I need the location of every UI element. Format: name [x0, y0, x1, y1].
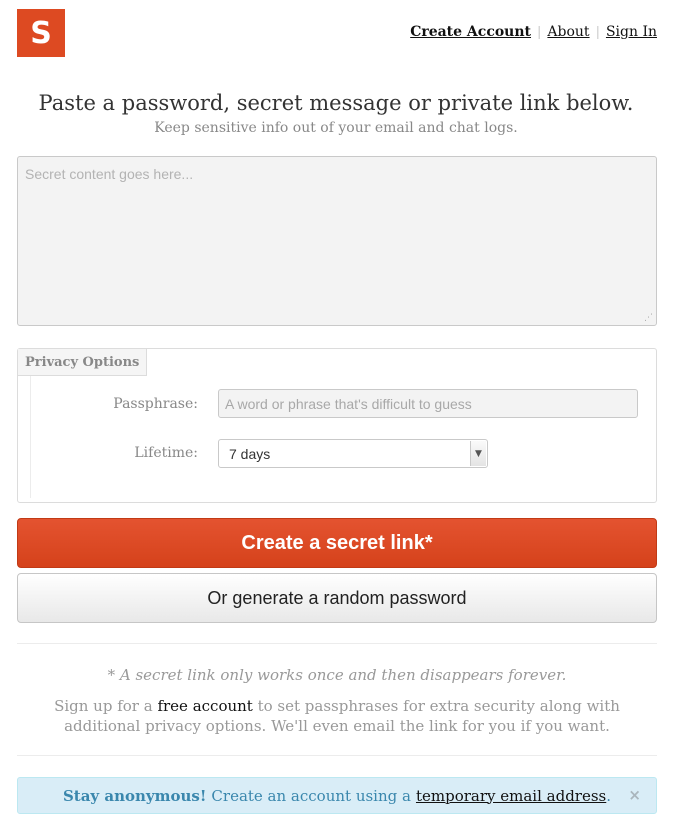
page-subhead: Keep sensitive info out of your email an… [154, 120, 518, 136]
passphrase-input[interactable] [218, 389, 638, 418]
logo-letter: S [30, 15, 52, 51]
close-icon[interactable]: × [628, 786, 641, 804]
create-secret-link-button[interactable]: Create a secret link* [17, 518, 657, 568]
page: S Create Account | About | Sign In Paste… [0, 0, 692, 826]
passphrase-label: Passphrase: [113, 396, 198, 412]
resize-grip-icon[interactable]: ⋰ [644, 314, 653, 323]
secret-content-textarea[interactable] [17, 156, 657, 326]
generate-password-button[interactable]: Or generate a random password [17, 573, 657, 623]
signup-text: Sign up for a free account to set passph… [27, 696, 647, 736]
divider [17, 643, 657, 644]
logo[interactable]: S [17, 9, 65, 57]
create-account-link[interactable]: Create Account [410, 24, 531, 40]
signup-text-start: Sign up for a [54, 697, 158, 715]
privacy-options-legend: Privacy Options [18, 349, 148, 376]
sign-in-link[interactable]: Sign In [606, 24, 657, 40]
anonymous-alert: Stay anonymous! Create an account using … [17, 777, 657, 814]
top-nav: Create Account | About | Sign In [410, 24, 657, 40]
lifetime-selected-value: 7 days [229, 446, 271, 462]
footnote: * A secret link only works once and then… [107, 666, 567, 684]
free-account-link[interactable]: free account [157, 697, 252, 715]
alert-title: Stay anonymous! [62, 786, 207, 805]
divider [17, 755, 657, 756]
nav-separator: | [537, 24, 542, 40]
about-link[interactable]: About [547, 24, 589, 40]
privacy-options-panel: Privacy Options Passphrase: Lifetime: 7 … [17, 348, 657, 503]
chevron-down-icon[interactable]: ▼ [470, 441, 486, 466]
nav-separator: | [595, 24, 600, 40]
lifetime-label: Lifetime: [134, 445, 198, 461]
alert-period: . [606, 786, 612, 805]
temporary-email-link[interactable]: temporary email address [416, 787, 606, 805]
lifetime-select[interactable]: 7 days ▼ [218, 439, 488, 468]
panel-divider [30, 376, 31, 498]
page-headline: Paste a password, secret message or priv… [38, 91, 634, 115]
alert-text: Create an account using a [211, 786, 411, 805]
